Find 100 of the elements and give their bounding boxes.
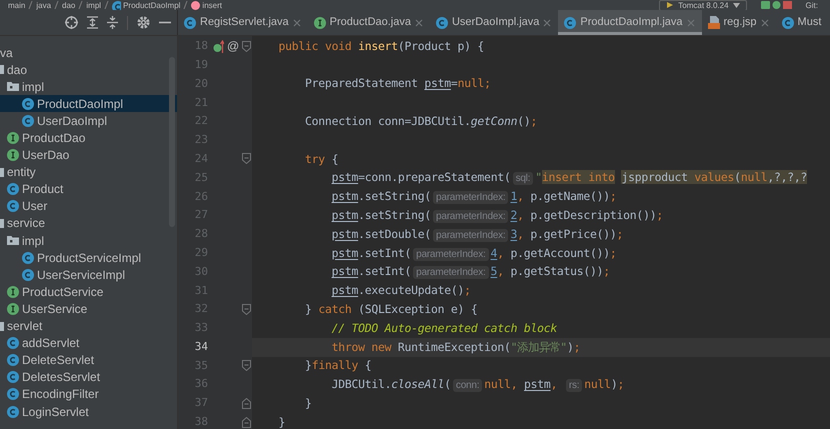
close-icon[interactable]	[292, 18, 301, 26]
class-icon	[184, 16, 196, 28]
class-icon	[7, 388, 19, 400]
close-icon[interactable]	[543, 18, 552, 26]
code-line: throw new RuntimeException("添加异常");	[330, 338, 580, 356]
interface-icon	[7, 132, 19, 144]
code-line: } catch (SQLException e) {	[304, 301, 478, 318]
code-line: pstm.executeUpdate();	[330, 282, 471, 300]
interface-icon	[314, 16, 326, 28]
jsp-file-icon	[708, 16, 720, 29]
separator-icon	[104, 1, 110, 9]
package-icon	[0, 168, 4, 177]
interface-icon	[7, 302, 19, 315]
editor-tab[interactable]: Must	[776, 10, 828, 35]
editor-tab[interactable]: reg.jsp	[702, 10, 776, 35]
code-line: pstm.setInt( parameterIndex: 4, p.getAccount());	[330, 244, 617, 262]
package-icon	[7, 82, 19, 92]
code-line: pstm.setString( parameterIndex: 2, p.getDescription());	[330, 207, 663, 224]
tree-item[interactable]: ProductDao	[0, 129, 177, 147]
editor-tab[interactable]: ProductDao.java	[308, 10, 430, 35]
editor-tab[interactable]: UserDaoImpl.java	[430, 10, 558, 35]
tree-item[interactable]: dao	[0, 61, 177, 78]
code-line: // TODO Auto-generated catch block	[330, 320, 557, 337]
vcs-label: Git:	[806, 0, 818, 10]
package-icon	[7, 236, 19, 246]
class-icon	[22, 252, 34, 264]
breadcrumb-item[interactable]: ProductDaoImpl	[123, 0, 180, 10]
breadcrumb-item[interactable]: java	[36, 0, 52, 10]
code-line: pstm.setString( parameterIndex: 1, p.getName());	[330, 188, 617, 206]
breadcrumb-item[interactable]: dao	[62, 0, 76, 10]
separator-icon	[54, 1, 60, 9]
scrollbar[interactable]	[169, 57, 175, 227]
code-line: pstm=conn.prepareStatement( sql: "insert into jspproduct values(null,?,?,?	[330, 169, 808, 187]
implements-marker-icon[interactable]	[213, 40, 224, 53]
code-line: pstm.setInt( parameterIndex: 5, p.getStatus());	[330, 263, 610, 281]
interface-icon	[7, 149, 19, 162]
tree-item[interactable]: EncodingFilter	[0, 386, 177, 403]
class-icon	[7, 337, 19, 350]
collapse-all-icon[interactable]	[107, 16, 118, 29]
stop-icon[interactable]	[782, 1, 792, 9]
code-line: }	[304, 394, 312, 412]
breadcrumb-method[interactable]: insert	[202, 0, 222, 10]
tree-item[interactable]: addServlet	[0, 334, 177, 352]
tree-item[interactable]: UserDao	[0, 146, 177, 164]
settings-icon[interactable]	[137, 16, 150, 29]
fold-icon[interactable]	[242, 398, 251, 409]
tree-item[interactable]: DeleteServlet	[0, 352, 177, 369]
tree-item[interactable]: va	[0, 44, 177, 62]
interface-icon	[7, 286, 19, 298]
class-icon	[7, 183, 19, 196]
separator-icon	[78, 1, 84, 9]
class-icon	[7, 354, 19, 366]
breadcrumb-item[interactable]: main	[8, 0, 26, 10]
tree-item[interactable]: impl	[0, 78, 177, 96]
code-line: }	[278, 414, 286, 429]
fold-icon[interactable]	[242, 40, 251, 52]
tree-item[interactable]: ProductServiceImpl	[0, 249, 177, 266]
class-icon	[7, 406, 19, 418]
class-icon	[7, 200, 19, 212]
code-line: pstm.setDouble( parameterIndex: 3, p.getPrice());	[330, 226, 624, 243]
tree-item[interactable]: DeletesServlet	[0, 368, 177, 386]
line-number: 34	[194, 338, 208, 355]
fold-icon[interactable]	[242, 360, 251, 372]
class-icon	[7, 371, 19, 384]
tree-item[interactable]: servlet	[0, 318, 177, 335]
annotation-marker[interactable]: @	[227, 37, 240, 56]
class-icon	[436, 16, 448, 28]
code-line: Connection conn=JDBCUtil.getConn();	[304, 113, 538, 130]
locate-icon[interactable]	[65, 16, 78, 29]
package-icon	[0, 218, 4, 228]
class-icon	[564, 16, 576, 28]
fold-icon[interactable]	[242, 304, 251, 315]
tree-item[interactable]: ProductService	[0, 283, 177, 300]
tree-item[interactable]: UserService	[0, 300, 177, 318]
editor-tab[interactable]: RegistServlet.java	[178, 10, 308, 35]
tree-item[interactable]: LoginServlet	[0, 402, 177, 420]
close-icon[interactable]	[760, 18, 769, 26]
tree-item[interactable]: UserDaoImpl	[0, 112, 177, 130]
close-icon[interactable]	[686, 18, 695, 26]
method-icon	[191, 0, 200, 10]
code-line: JDBCUtil.closeAll( conn: null, pstm, rs: null);	[330, 376, 624, 394]
class-icon	[22, 268, 34, 281]
tree-item[interactable]: impl	[0, 232, 177, 250]
editor-tab[interactable]: ProductDaoImpl.java	[558, 10, 702, 35]
tree-item[interactable]: User	[0, 198, 177, 215]
expand-all-icon[interactable]	[87, 16, 98, 29]
fold-icon[interactable]	[242, 416, 251, 428]
tree-item[interactable]: UserServiceImpl	[0, 266, 177, 284]
package-icon	[0, 65, 4, 74]
tree-item[interactable]: ProductDaoImpl	[0, 95, 177, 112]
code-line: PreparedStatement pstm=null;	[304, 75, 491, 92]
tree-item[interactable]: service	[0, 214, 177, 232]
tree-item[interactable]: entity	[0, 164, 177, 181]
breadcrumb-item[interactable]: impl	[86, 0, 102, 10]
close-icon[interactable]	[414, 18, 423, 26]
caret-icon	[732, 2, 740, 8]
code-line: try {	[304, 150, 338, 168]
fold-icon[interactable]	[242, 153, 251, 164]
tree-item[interactable]: Product	[0, 180, 177, 198]
package-icon	[0, 322, 4, 331]
